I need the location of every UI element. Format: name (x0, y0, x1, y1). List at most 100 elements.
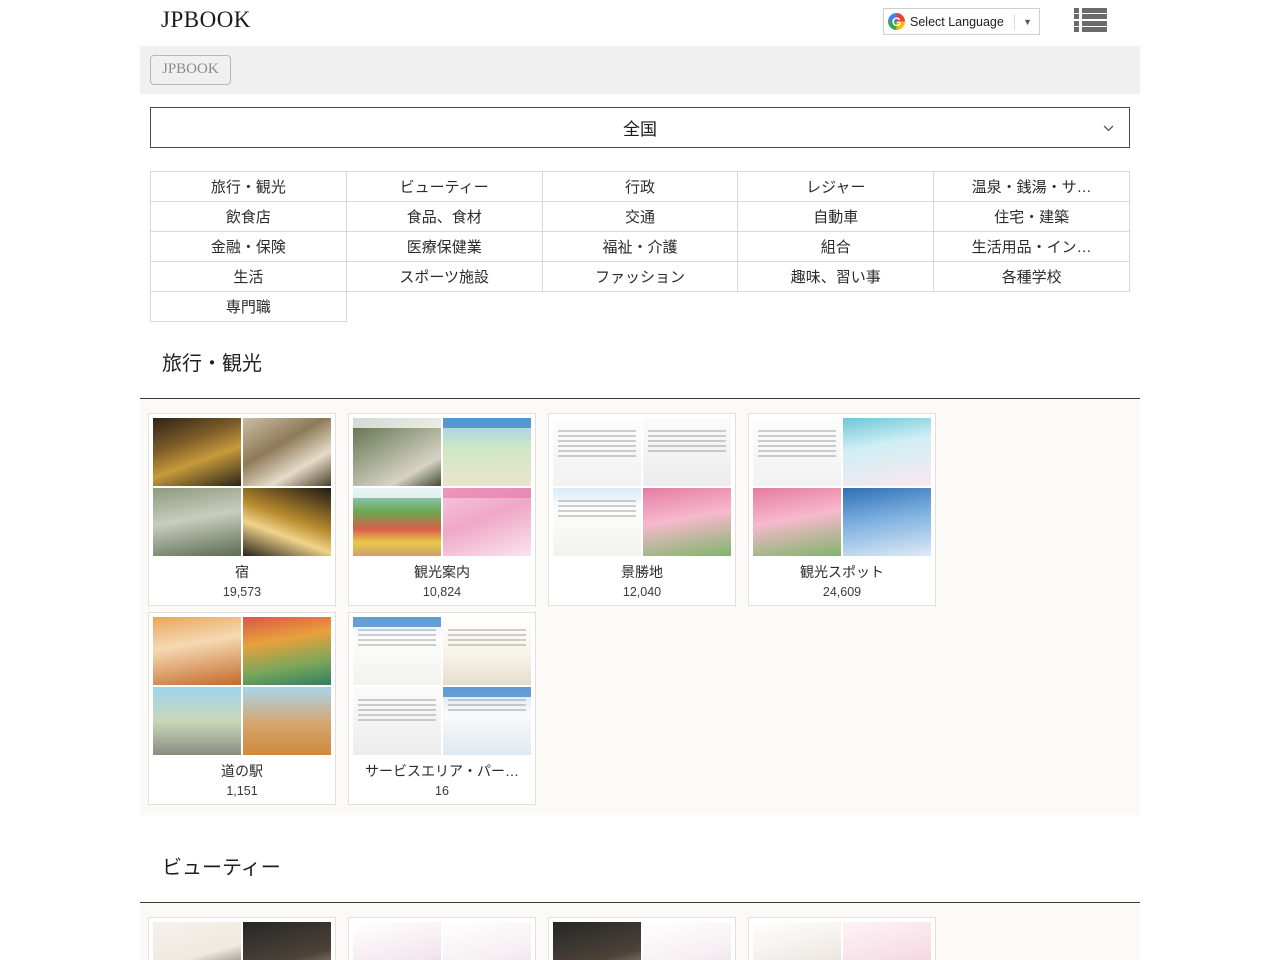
card-thumbnail (153, 617, 331, 755)
card-count: 24,609 (822, 585, 862, 599)
thumb-quadrant (443, 687, 531, 755)
list-item[interactable]: 宿 19,573 (142, 407, 342, 606)
thumb-quadrant (243, 418, 331, 486)
card-thumbnail (753, 418, 931, 556)
translate-divider (1014, 13, 1016, 30)
region-select-value: 全国 (623, 120, 657, 139)
card-body: 道の駅 1,151 (148, 612, 336, 805)
breadcrumb-item-jpbook[interactable]: JPBOOK (150, 55, 231, 85)
list-item[interactable]: 観光スポット 24,609 (742, 407, 942, 606)
thumb-quadrant (443, 418, 531, 486)
menu-row (1074, 14, 1107, 20)
category-cell-daily-goods[interactable]: 生活用品・イン… (933, 231, 1130, 262)
thumb-quadrant (353, 617, 441, 685)
category-table: 旅行・観光 ビューティー 行政 レジャー 温泉・銭湯・サ… 飲食店 食品、食材 … (150, 171, 1130, 322)
thumb-quadrant (643, 418, 731, 486)
card-label: サービスエリア・パー… (365, 763, 519, 779)
card-body: 宿 19,573 (148, 413, 336, 606)
thumb-quadrant (643, 488, 731, 556)
list-item[interactable]: 景勝地 12,040 (542, 407, 742, 606)
thumb-quadrant (443, 488, 531, 556)
list-menu-icon[interactable] (1074, 6, 1107, 34)
category-cell-housing[interactable]: 住宅・建築 (933, 201, 1130, 232)
thumb-quadrant (353, 418, 441, 486)
thumb-quadrant (553, 418, 641, 486)
region-select[interactable]: 全国 (150, 107, 1130, 148)
card-body: 観光スポット 24,609 (748, 413, 936, 606)
list-item[interactable] (342, 911, 542, 960)
category-cell-government[interactable]: 行政 (541, 171, 739, 202)
card-thumbnail (153, 418, 331, 556)
card-count: 19,573 (222, 585, 262, 599)
category-cell-empty (738, 292, 934, 322)
card-count: 10,824 (422, 585, 462, 599)
thumb-quadrant (243, 488, 331, 556)
card-body (348, 917, 536, 960)
card-grid-beauty (140, 903, 1140, 960)
thumb-quadrant (753, 488, 841, 556)
category-cell-travel[interactable]: 旅行・観光 (150, 171, 347, 202)
card-label: 宿 (235, 564, 249, 580)
thumb-quadrant (243, 617, 331, 685)
thumb-quadrant (753, 922, 841, 960)
card-count: 16 (435, 784, 449, 798)
card-label: 道の駅 (221, 763, 263, 779)
list-item[interactable] (742, 911, 942, 960)
list-item[interactable] (142, 911, 342, 960)
menu-row (1074, 26, 1107, 32)
site-brand-title: JPBOOK (161, 7, 251, 32)
category-cell-restaurant[interactable]: 飲食店 (150, 201, 347, 232)
card-body (548, 917, 736, 960)
category-cell-empty (934, 292, 1130, 322)
table-row: 飲食店 食品、食材 交通 自動車 住宅・建築 (150, 201, 1130, 232)
thumb-quadrant (243, 922, 331, 960)
thumb-quadrant (153, 488, 241, 556)
google-translate-widget[interactable]: Select Language ▼ (883, 8, 1040, 35)
list-item[interactable] (542, 911, 742, 960)
category-cell-leisure[interactable]: レジャー (737, 171, 935, 202)
card-thumbnail (553, 418, 731, 556)
category-cell-professional[interactable]: 専門職 (150, 291, 347, 322)
table-row: 旅行・観光 ビューティー 行政 レジャー 温泉・銭湯・サ… (150, 171, 1130, 202)
card-body: 観光案内 10,824 (348, 413, 536, 606)
category-cell-welfare[interactable]: 福祉・介護 (541, 231, 739, 262)
list-item[interactable]: サービスエリア・パー… 16 (342, 606, 542, 805)
thumb-quadrant (843, 418, 931, 486)
category-cell-onsen[interactable]: 温泉・銭湯・サ… (933, 171, 1130, 202)
category-cell-automobile[interactable]: 自動車 (737, 201, 935, 232)
thumb-quadrant (153, 687, 241, 755)
category-cell-hobby[interactable]: 趣味、習い事 (737, 261, 935, 292)
thumb-quadrant (443, 922, 531, 960)
card-thumbnail (353, 922, 531, 960)
thumb-quadrant (843, 488, 931, 556)
thumb-quadrant (153, 922, 241, 960)
category-cell-beauty[interactable]: ビューティー (345, 171, 543, 202)
table-row: 金融・保険 医療保健業 福祉・介護 組合 生活用品・イン… (150, 231, 1130, 262)
google-logo-icon (888, 13, 905, 30)
category-cell-schools[interactable]: 各種学校 (933, 261, 1130, 292)
thumb-quadrant (353, 922, 441, 960)
category-cell-finance[interactable]: 金融・保険 (150, 231, 347, 262)
category-table-body: 旅行・観光 ビューティー 行政 レジャー 温泉・銭湯・サ… 飲食店 食品、食材 … (150, 171, 1130, 322)
section-beauty: ビューティー (140, 858, 1140, 960)
list-item[interactable]: 観光案内 10,824 (342, 407, 542, 606)
card-thumbnail (753, 922, 931, 960)
category-cell-transport[interactable]: 交通 (541, 201, 739, 232)
category-cell-union[interactable]: 組合 (737, 231, 935, 262)
card-body (748, 917, 936, 960)
card-thumbnail (353, 617, 531, 755)
card-body: サービスエリア・パー… 16 (348, 612, 536, 805)
menu-row (1074, 20, 1107, 26)
category-cell-medical[interactable]: 医療保健業 (345, 231, 543, 262)
chevron-down-icon (1102, 121, 1115, 134)
section-title: ビューティー (162, 857, 281, 879)
card-thumbnail (553, 922, 731, 960)
category-cell-sports[interactable]: スポーツ施設 (345, 261, 543, 292)
thumb-quadrant (553, 922, 641, 960)
category-cell-food[interactable]: 食品、食材 (345, 201, 543, 232)
list-item[interactable]: 道の駅 1,151 (142, 606, 342, 805)
table-row: 生活 スポーツ施設 ファッション 趣味、習い事 各種学校 (150, 261, 1130, 292)
chevron-down-icon[interactable]: ▼ (1020, 17, 1035, 27)
category-cell-fashion[interactable]: ファッション (541, 261, 739, 292)
category-cell-life[interactable]: 生活 (150, 261, 347, 292)
